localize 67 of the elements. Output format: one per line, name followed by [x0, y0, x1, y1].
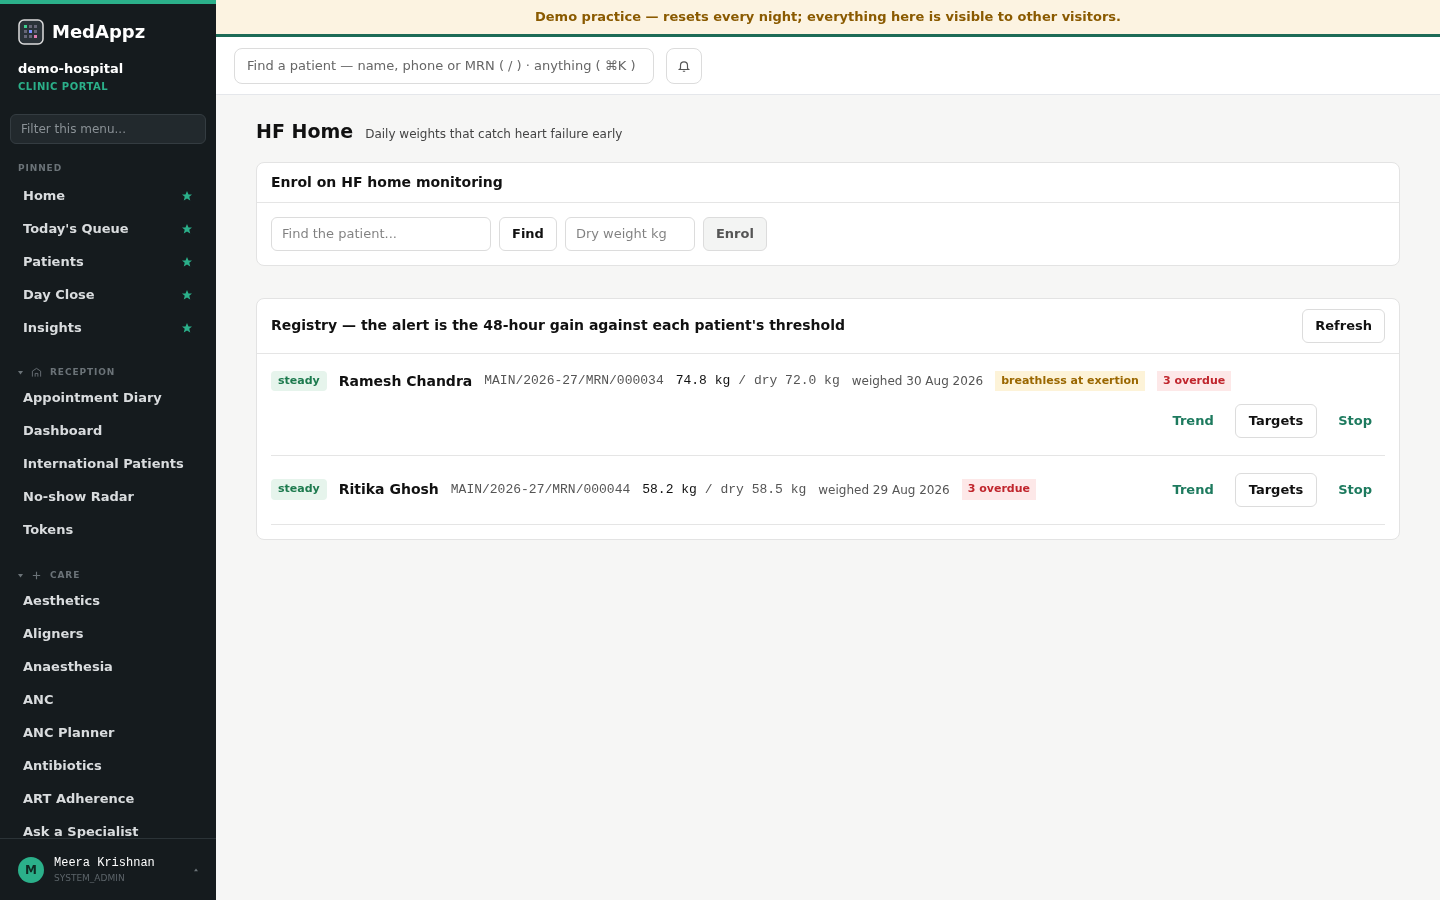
section-label: RECEPTION	[50, 366, 116, 379]
status-badge: steady	[271, 370, 327, 392]
sidebar-item[interactable]: ART Adherence	[10, 782, 206, 815]
tag-badge: 3 overdue	[1156, 370, 1232, 392]
patient-field[interactable]: Find the patient...	[271, 216, 491, 251]
tag-badge: breathless at exertion	[995, 370, 1145, 392]
targets-button[interactable]: Targets	[1234, 472, 1318, 507]
sidebar-item[interactable]: Appointment Diary	[10, 381, 206, 415]
sidebar-item[interactable]: Day Close	[10, 278, 206, 311]
weighed-date: weighed 29 Aug 2026	[818, 481, 950, 499]
enrol-button[interactable]: Enrol	[702, 216, 767, 251]
plus-icon	[31, 569, 42, 581]
portal-label: CLINIC PORTAL	[18, 79, 110, 94]
sidebar-item[interactable]: ANC	[10, 683, 206, 716]
search-field[interactable]: Find a patient — name, phone or MRN ( / ) · anything ( ⌘K )	[234, 47, 654, 84]
organization-name: demo-hospital	[18, 60, 125, 78]
weight-text: 74.8 kg	[675, 372, 731, 391]
sidebar-item[interactable]: Today's Queue	[10, 212, 206, 245]
user-name: Meera Krishnan	[54, 854, 156, 872]
card-title: Registry — the alert is the 48-hour gain against each patient's threshold	[271, 316, 845, 335]
weighed-date: weighed 30 Aug 2026	[851, 373, 984, 390]
page-title: HF Home	[256, 119, 354, 144]
dry-weight-text: / dry 58.5 kg	[704, 480, 807, 499]
targets-button[interactable]: Targets	[1234, 403, 1318, 438]
patient-name: Ramesh Chandra	[338, 371, 473, 391]
sidebar-item[interactable]: ANC Planner	[10, 716, 206, 749]
sidebar-item[interactable]: Home	[10, 179, 206, 212]
sidebar-item[interactable]: Patients	[10, 245, 206, 278]
link-button[interactable]: Trend	[1159, 403, 1227, 438]
tag-badge: 3 overdue	[961, 479, 1036, 500]
filter-field[interactable]: Filter this menu...	[10, 113, 206, 144]
building-icon	[31, 367, 42, 379]
link-button[interactable]: Stop	[1325, 403, 1385, 438]
mrn-text: MAIN/2026-27/MRN/000034	[484, 372, 664, 391]
sidebar-item[interactable]: Insights	[10, 311, 206, 344]
avatar: M	[18, 856, 44, 883]
sidebar-item[interactable]: Dashboard	[10, 414, 206, 448]
notifications-button[interactable]	[666, 47, 702, 84]
status-badge: steady	[271, 479, 327, 500]
section-label: PINNED	[17, 161, 64, 175]
sidebar-item[interactable]: International Patients	[10, 447, 206, 481]
bell-icon	[677, 58, 691, 73]
dry-weight-field[interactable]: Dry weight kg	[564, 216, 695, 251]
find-button[interactable]: Find	[499, 216, 557, 251]
caret-icon[interactable]	[18, 572, 23, 578]
section-label: CARE	[50, 568, 81, 582]
sidebar-item[interactable]: No-show Radar	[10, 480, 206, 514]
mrn-text: MAIN/2026-27/MRN/000044	[450, 480, 631, 499]
card-title: Enrol on HF home monitoring	[271, 172, 503, 192]
refresh-button[interactable]: Refresh	[1302, 308, 1385, 343]
sidebar-item[interactable]: Aligners	[10, 617, 206, 650]
brand-name: MedAppz	[52, 20, 146, 44]
weight-text: 58.2 kg	[642, 480, 697, 499]
sidebar-item[interactable]: Anaesthesia	[10, 650, 206, 683]
link-button[interactable]: Stop	[1325, 472, 1385, 507]
dry-weight-text: / dry 72.0 kg	[738, 372, 840, 391]
sidebar-item[interactable]: Aesthetics	[10, 584, 206, 617]
sidebar-item[interactable]: Ask a Specialist	[10, 815, 206, 838]
user-role: SYSTEM_ADMIN	[54, 871, 126, 885]
page-subtitle: Daily weights that catch heart failure early	[365, 126, 623, 143]
sidebar-item[interactable]: Antibiotics	[10, 749, 206, 782]
logo-icon	[18, 18, 44, 45]
link-button[interactable]: Trend	[1159, 472, 1227, 507]
patient-name: Ritika Ghosh	[338, 480, 439, 499]
sidebar-item[interactable]: Tokens	[10, 513, 206, 547]
caret-icon[interactable]	[18, 370, 23, 376]
demo-banner: Demo practice — resets every night; everything here is visible to other visitors.	[216, 0, 1440, 37]
